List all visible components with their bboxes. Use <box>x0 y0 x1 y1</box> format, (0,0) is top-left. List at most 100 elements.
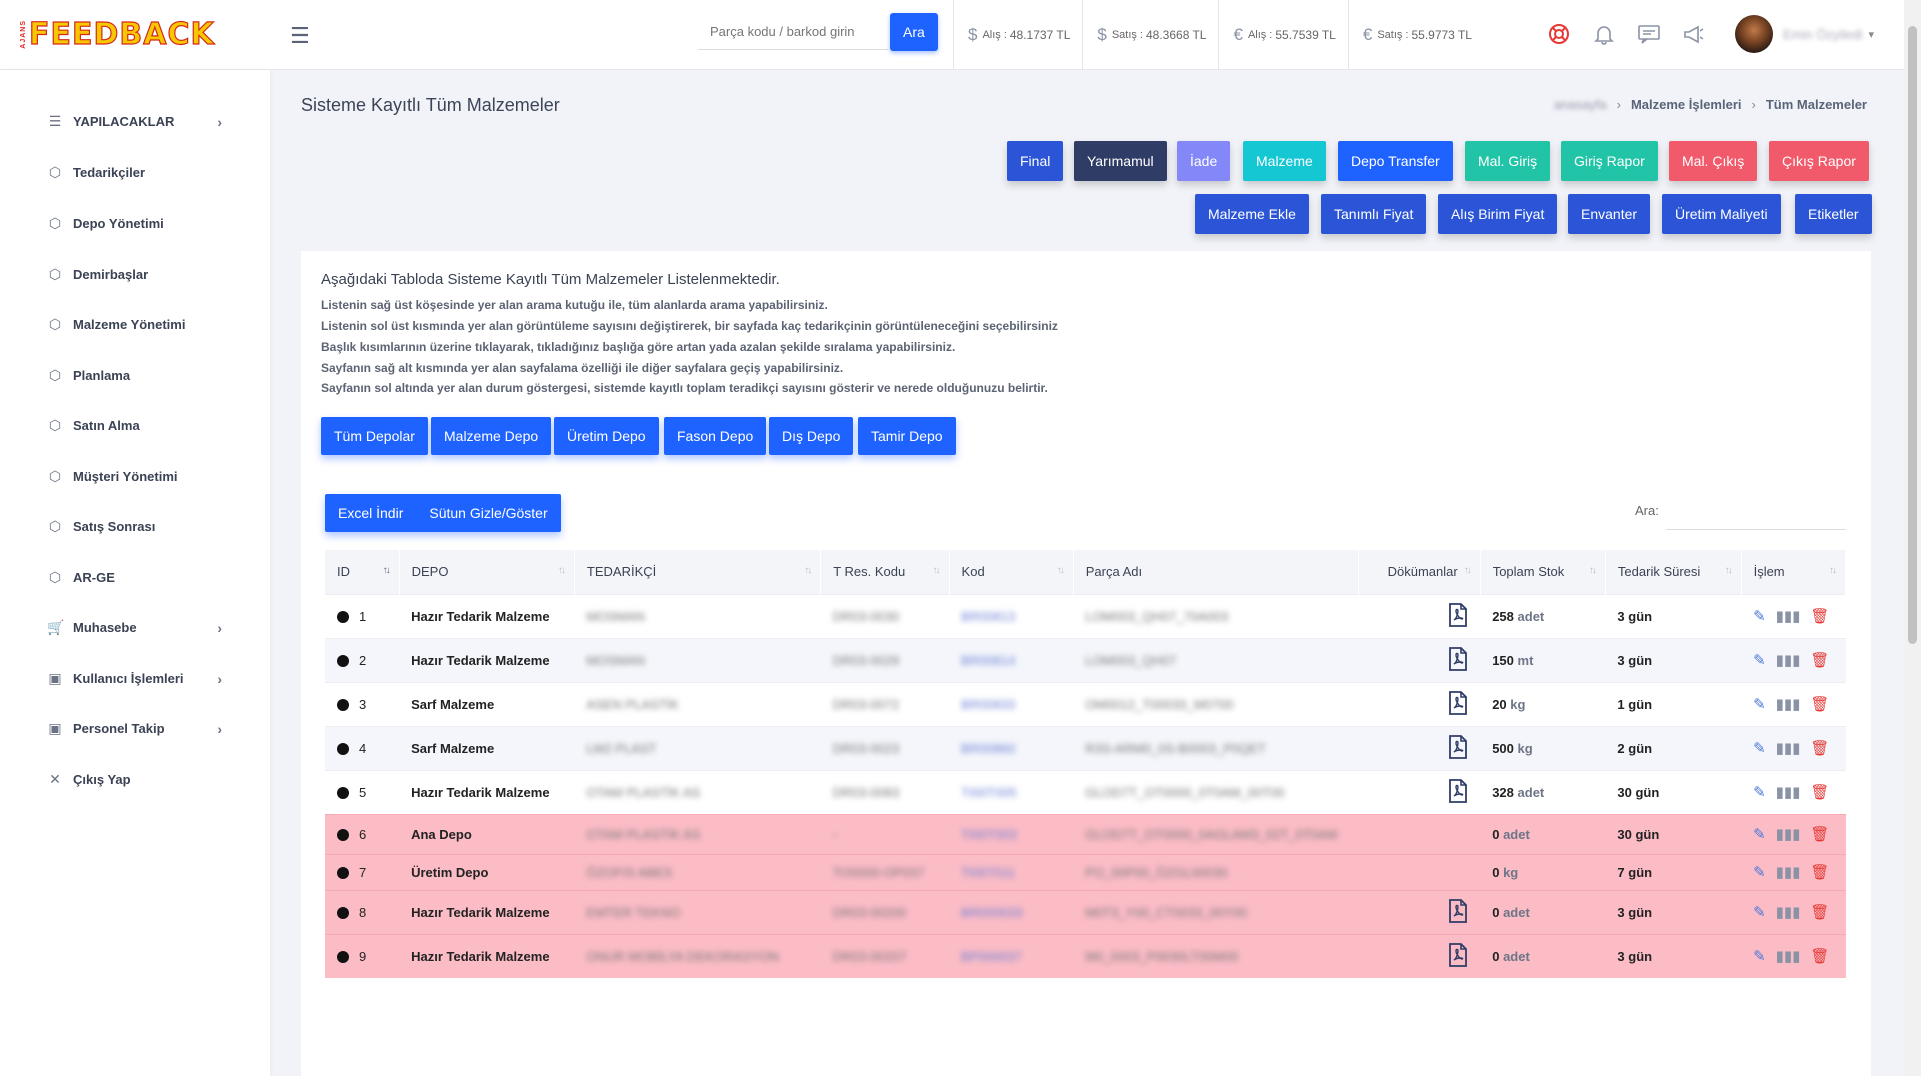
pdf-icon[interactable] <box>1448 778 1468 806</box>
edit-icon[interactable]: ✎ <box>1753 651 1766 669</box>
depo-transfer-button[interactable]: Depo Transfer <box>1338 141 1453 181</box>
trash-icon[interactable]: 🗑 <box>1810 783 1829 801</box>
trash-icon[interactable]: 🗑 <box>1810 863 1829 881</box>
pdf-icon[interactable] <box>1448 646 1468 674</box>
trash-icon[interactable]: 🗑 <box>1810 947 1829 965</box>
iade-button[interactable]: İade <box>1177 141 1231 181</box>
cell-dokumanlar[interactable] <box>1358 889 1481 934</box>
envanter-button[interactable]: Envanter <box>1568 194 1651 234</box>
col-kod[interactable]: Kod ↑↓ <box>949 550 1074 594</box>
uretim-maliyeti-button[interactable]: Üretim Maliyeti <box>1662 194 1781 234</box>
filter-dis-depo[interactable]: Dış Depo <box>769 417 854 455</box>
cell-dokumanlar[interactable] <box>1358 681 1481 726</box>
final-button[interactable]: Final <box>1007 141 1064 181</box>
trash-icon[interactable]: 🗑 <box>1810 739 1829 757</box>
sidebar-item-satis-sonrasi[interactable]: ⬡ Satış Sonrası <box>47 518 222 535</box>
tanimli-fiyat-button[interactable]: Tanımlı Fiyat <box>1321 194 1427 234</box>
barcode-search-input[interactable] <box>698 14 888 50</box>
column-visibility-button[interactable]: Sütun Gizle/Göster <box>416 494 560 532</box>
megaphone-icon[interactable] <box>1680 20 1707 47</box>
page-scrollbar[interactable] <box>1904 0 1921 1076</box>
barcode-icon[interactable]: ▮▮▮ <box>1776 739 1801 757</box>
col-parca-adi[interactable]: Parça Adı <box>1073 550 1359 594</box>
col-tres-kodu[interactable]: T Res. Kodu ↑↓ <box>820 550 950 594</box>
barcode-search-button[interactable]: Ara <box>890 13 938 51</box>
cell-dokumanlar[interactable] <box>1358 725 1481 770</box>
sidebar-item-ar-ge[interactable]: ⬡ AR-GE <box>47 569 222 586</box>
barcode-icon[interactable]: ▮▮▮ <box>1776 651 1801 669</box>
excel-download-button[interactable]: Excel İndir <box>325 494 416 532</box>
edit-icon[interactable]: ✎ <box>1753 825 1766 843</box>
table-search-input[interactable] <box>1666 494 1846 530</box>
edit-icon[interactable]: ✎ <box>1753 783 1766 801</box>
barcode-icon[interactable]: ▮▮▮ <box>1776 607 1801 625</box>
sidebar-item-kullanici-islemleri[interactable]: ▣ Kullanıcı İşlemleri › <box>47 670 222 687</box>
user-menu[interactable]: Emin Özyiledi ▾ <box>1735 15 1874 53</box>
sidebar-item-yapilacaklar[interactable]: ☰ YAPILACAKLAR › <box>47 113 222 130</box>
pdf-icon[interactable] <box>1448 602 1468 630</box>
barcode-icon[interactable]: ▮▮▮ <box>1776 903 1801 921</box>
avatar[interactable] <box>1735 15 1773 53</box>
sidebar-item-muhasebe[interactable]: 🛒 Muhasebe › <box>47 619 222 636</box>
edit-icon[interactable]: ✎ <box>1753 863 1766 881</box>
sidebar-item-malzeme-yonetimi[interactable]: ⬡ Malzeme Yönetimi <box>47 316 222 333</box>
filter-tum-depolar[interactable]: Tüm Depolar <box>321 417 428 455</box>
pdf-icon[interactable] <box>1448 898 1468 926</box>
malzeme-ekle-button[interactable]: Malzeme Ekle <box>1195 194 1309 234</box>
malzeme-button[interactable]: Malzeme <box>1243 141 1326 181</box>
filter-fason-depo[interactable]: Fason Depo <box>664 417 767 455</box>
logo[interactable]: AJANS FEEDBACK <box>0 0 270 70</box>
sidebar-item-personel-takip[interactable]: ▣ Personel Takip › <box>47 720 222 737</box>
cell-dokumanlar[interactable] <box>1358 637 1481 682</box>
edit-icon[interactable]: ✎ <box>1753 607 1766 625</box>
col-toplam-stok[interactable]: Toplam Stok ↑↓ <box>1480 550 1606 594</box>
sidebar-item-musteri-yonetimi[interactable]: ⬡ Müşteri Yönetimi <box>47 468 222 485</box>
menu-toggle-icon[interactable]: ☰ <box>290 23 310 49</box>
barcode-icon[interactable]: ▮▮▮ <box>1776 783 1801 801</box>
edit-icon[interactable]: ✎ <box>1753 947 1766 965</box>
mal-giris-button[interactable]: Mal. Giriş <box>1465 141 1551 181</box>
pdf-icon[interactable] <box>1448 690 1468 718</box>
giris-rapor-button[interactable]: Giriş Rapor <box>1561 141 1658 181</box>
cell-dokumanlar[interactable] <box>1358 769 1481 814</box>
scrollbar-thumb[interactable] <box>1908 26 1917 644</box>
sidebar-item-satin-alma[interactable]: ⬡ Satın Alma <box>47 417 222 434</box>
col-tedarik-suresi[interactable]: Tedarik Süresi ↑↓ <box>1605 550 1742 594</box>
etiketler-button[interactable]: Etiketler <box>1795 194 1872 234</box>
col-islem[interactable]: İşlem ↑↓ <box>1741 550 1847 594</box>
filter-malzeme-depo[interactable]: Malzeme Depo <box>431 417 552 455</box>
pdf-icon[interactable] <box>1448 942 1468 970</box>
filter-uretim-depo[interactable]: Üretim Depo <box>554 417 659 455</box>
breadcrumb-malzeme-islemleri[interactable]: Malzeme İşlemleri <box>1631 97 1742 112</box>
trash-icon[interactable]: 🗑 <box>1810 607 1829 625</box>
barcode-icon[interactable]: ▮▮▮ <box>1776 695 1801 713</box>
cell-dokumanlar[interactable] <box>1358 593 1481 638</box>
cikis-rapor-button[interactable]: Çıkış Rapor <box>1769 141 1869 181</box>
breadcrumb-home[interactable]: anasayfa <box>1554 97 1607 112</box>
lifebuoy-icon[interactable] <box>1545 20 1572 47</box>
col-depo[interactable]: DEPO ↑↓ <box>399 550 575 594</box>
cell-dokumanlar[interactable] <box>1358 933 1481 978</box>
trash-icon[interactable]: 🗑 <box>1810 651 1829 669</box>
bell-icon[interactable] <box>1590 20 1617 47</box>
message-icon[interactable] <box>1635 20 1662 47</box>
barcode-icon[interactable]: ▮▮▮ <box>1776 863 1801 881</box>
mal-cikis-button[interactable]: Mal. Çıkış <box>1669 141 1758 181</box>
filter-tamir-depo[interactable]: Tamir Depo <box>858 417 956 455</box>
sidebar-item-planlama[interactable]: ⬡ Planlama <box>47 367 222 384</box>
barcode-icon[interactable]: ▮▮▮ <box>1776 947 1801 965</box>
sidebar-item-demirbaslar[interactable]: ⬡ Demirbaşlar <box>47 266 222 283</box>
edit-icon[interactable]: ✎ <box>1753 903 1766 921</box>
trash-icon[interactable]: 🗑 <box>1810 825 1829 843</box>
sidebar-item-cikis-yap[interactable]: ✕ Çıkış Yap <box>47 771 222 788</box>
sidebar-item-tedarikciler[interactable]: ⬡ Tedarikçiler <box>47 164 222 181</box>
alis-birim-fiyat-button[interactable]: Alış Birim Fiyat <box>1438 194 1558 234</box>
col-dokumanlar[interactable]: Dökümanlar ↑↓ <box>1358 550 1481 594</box>
yarimamul-button[interactable]: Yarımamul <box>1074 141 1167 181</box>
pdf-icon[interactable] <box>1448 734 1468 762</box>
col-id[interactable]: ID ↑↓ <box>325 550 400 594</box>
sidebar-item-depo-yonetimi[interactable]: ⬡ Depo Yönetimi <box>47 215 222 232</box>
col-tedarikci[interactable]: TEDARİKÇİ ↑↓ <box>574 550 822 594</box>
trash-icon[interactable]: 🗑 <box>1810 695 1829 713</box>
barcode-icon[interactable]: ▮▮▮ <box>1776 825 1801 843</box>
